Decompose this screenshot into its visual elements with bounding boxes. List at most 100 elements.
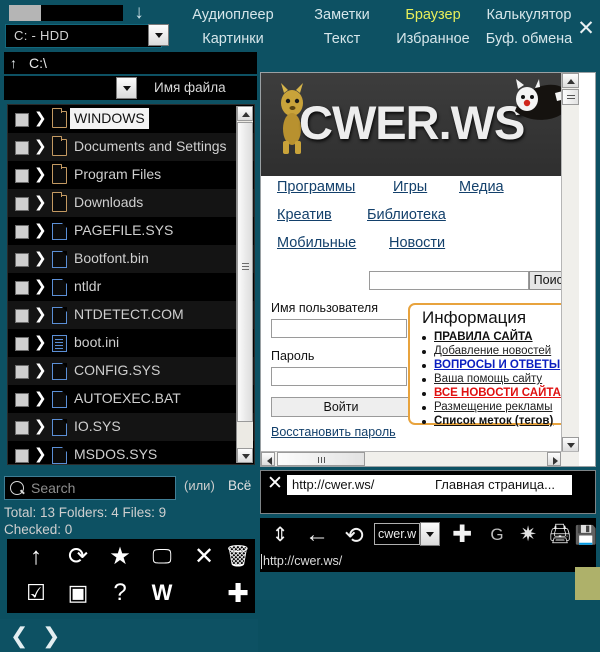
file-list-scrollbar[interactable] <box>236 106 253 463</box>
menu-item-clipboard[interactable]: Буф. обмена <box>476 26 582 52</box>
login-submit-button[interactable]: Войти <box>271 397 411 417</box>
file-row[interactable]: ❯Documents and Settings <box>8 133 254 161</box>
page-horizontal-scrollbar[interactable] <box>261 451 579 466</box>
page-scrollbar-thumb[interactable] <box>562 89 579 105</box>
info-list-link[interactable]: ВСЕ НОВОСТИ САЙТА <box>434 387 561 399</box>
page-hscrollbar-thumb[interactable] <box>277 452 365 466</box>
search-input[interactable]: Search <box>4 476 176 500</box>
file-row-checkbox[interactable] <box>15 225 29 239</box>
recover-password-link[interactable]: Восстановить пароль <box>271 425 396 439</box>
address-chevron-down-icon[interactable] <box>420 522 440 546</box>
expand-chevron-right-icon[interactable]: ❯ <box>34 445 47 465</box>
parent-folder-icon[interactable]: ↑ <box>10 53 17 73</box>
menu-item-browser[interactable]: Браузер <box>390 2 476 28</box>
file-row[interactable]: ❯Program Files <box>8 161 254 189</box>
expand-chevron-right-icon[interactable]: ❯ <box>34 333 47 353</box>
column-header-filename[interactable]: Имя файла <box>154 78 226 98</box>
menu-item-notes[interactable]: Заметки <box>294 2 390 28</box>
page-scroll-up-icon[interactable] <box>562 73 579 88</box>
file-row[interactable]: ❯PAGEFILE.SYS <box>8 217 254 245</box>
info-list-link[interactable]: ВОПРОСЫ И ОТВЕТЫ <box>434 359 560 371</box>
download-arrow-icon[interactable]: ↓ <box>128 2 150 24</box>
file-row-checkbox[interactable] <box>15 253 29 267</box>
browser-tab[interactable]: http://cwer.ws/ Главная страница... <box>287 475 572 495</box>
file-row[interactable]: ❯ntldr <box>8 273 254 301</box>
file-row[interactable]: ❯WINDOWS <box>8 105 254 133</box>
nav-next-icon[interactable]: ❯ <box>42 623 60 649</box>
file-row-checkbox[interactable] <box>15 197 29 211</box>
file-row-checkbox[interactable] <box>15 113 29 127</box>
nav-link-library[interactable]: Библиотека <box>367 207 446 223</box>
drive-select-chevron-down-icon[interactable] <box>148 24 169 46</box>
gear-icon[interactable]: ✷ <box>514 519 542 551</box>
page-vertical-scrollbar[interactable] <box>561 73 579 452</box>
computer-icon[interactable]: 🖵 <box>145 541 179 573</box>
file-row[interactable]: ❯IO.SYS <box>8 413 254 441</box>
filter-input[interactable] <box>4 76 118 100</box>
scroll-down-icon[interactable] <box>237 448 253 463</box>
reload-icon[interactable]: ⟲ <box>340 519 368 551</box>
file-row-checkbox[interactable] <box>15 393 29 407</box>
file-row[interactable]: ❯NTDETECT.COM <box>8 301 254 329</box>
expand-chevron-right-icon[interactable]: ❯ <box>34 305 47 325</box>
page-scroll-left-icon[interactable] <box>261 452 275 466</box>
expand-chevron-right-icon[interactable]: ❯ <box>34 417 47 437</box>
checkbox-icon[interactable]: ☑ <box>19 577 53 609</box>
info-list-link[interactable]: Размещение рекламы <box>434 401 552 413</box>
menu-item-pictures[interactable]: Картинки <box>172 26 294 52</box>
scroll-updown-icon[interactable]: ⇕ <box>266 519 294 551</box>
save-icon[interactable]: 💾 <box>574 519 598 551</box>
info-list-link[interactable]: Список меток (тегов) <box>434 415 553 427</box>
username-field[interactable] <box>271 319 407 338</box>
expand-chevron-right-icon[interactable]: ❯ <box>34 249 47 269</box>
file-row-checkbox[interactable] <box>15 169 29 183</box>
expand-chevron-right-icon[interactable]: ❯ <box>34 277 47 297</box>
password-field[interactable] <box>271 367 407 386</box>
close-icon[interactable]: ✕ <box>576 18 596 40</box>
file-row[interactable]: ❯AUTOEXEC.BAT <box>8 385 254 413</box>
expand-chevron-right-icon[interactable]: ❯ <box>34 221 47 241</box>
w-icon[interactable]: W <box>145 577 179 609</box>
scroll-up-icon[interactable] <box>237 106 253 121</box>
file-row[interactable]: ❯CONFIG.SYS <box>8 357 254 385</box>
menu-item-calculator[interactable]: Калькулятор <box>476 2 582 28</box>
file-row[interactable]: ❯Bootfont.bin <box>8 245 254 273</box>
search-all-button[interactable]: Всё <box>228 478 251 493</box>
page-scroll-down-icon[interactable] <box>562 437 579 452</box>
printer-icon[interactable]: 🖨 <box>546 519 574 551</box>
info-list-link[interactable]: ПРАВИЛА САЙТА <box>434 331 533 343</box>
expand-chevron-right-icon[interactable]: ❯ <box>34 193 47 213</box>
browser-status-bar[interactable]: http://cwer.ws/ <box>260 552 596 572</box>
refresh-icon[interactable]: ⟳ <box>61 541 95 573</box>
nav-link-mobile[interactable]: Мобильные <box>277 235 356 251</box>
tab-close-icon[interactable]: ✕ <box>265 474 285 494</box>
close-icon[interactable]: ✕ <box>187 541 221 573</box>
file-row-checkbox[interactable] <box>15 449 29 463</box>
drive-select[interactable]: C: - HDD <box>5 24 162 48</box>
expand-chevron-right-icon[interactable]: ❯ <box>34 137 47 157</box>
plus-icon[interactable]: ✚ <box>448 519 476 551</box>
file-row-checkbox[interactable] <box>15 141 29 155</box>
filter-chevron-down-icon[interactable] <box>116 77 137 99</box>
file-row-checkbox[interactable] <box>15 337 29 351</box>
path-bar[interactable]: ↑ C:\ <box>4 52 257 74</box>
file-row[interactable]: ❯MSDOS.SYS <box>8 441 254 465</box>
up-arrow-icon[interactable]: ↑ <box>19 541 53 573</box>
menu-item-text[interactable]: Текст <box>294 26 390 52</box>
star-icon[interactable]: ★ <box>103 541 137 573</box>
google-icon[interactable]: G <box>484 519 510 551</box>
file-row-checkbox[interactable] <box>15 281 29 295</box>
file-list[interactable]: ❯WINDOWS❯Documents and Settings❯Program … <box>7 104 255 465</box>
info-list-link[interactable]: Ваша помощь сайту <box>434 373 542 385</box>
nav-link-news[interactable]: Новости <box>389 235 445 251</box>
expand-chevron-right-icon[interactable]: ❯ <box>34 109 47 129</box>
info-list-link[interactable]: Добавление новостей <box>434 345 551 357</box>
menu-item-audioplayer[interactable]: Аудиоплеер <box>172 2 294 28</box>
nav-link-creative[interactable]: Креатив <box>277 207 332 223</box>
file-row-checkbox[interactable] <box>15 309 29 323</box>
site-search-input[interactable] <box>369 271 529 290</box>
file-row[interactable]: ❯boot.ini <box>8 329 254 357</box>
nav-link-games[interactable]: Игры <box>393 179 427 195</box>
plus-icon[interactable]: ✚ <box>223 577 253 609</box>
expand-chevron-right-icon[interactable]: ❯ <box>34 165 47 185</box>
